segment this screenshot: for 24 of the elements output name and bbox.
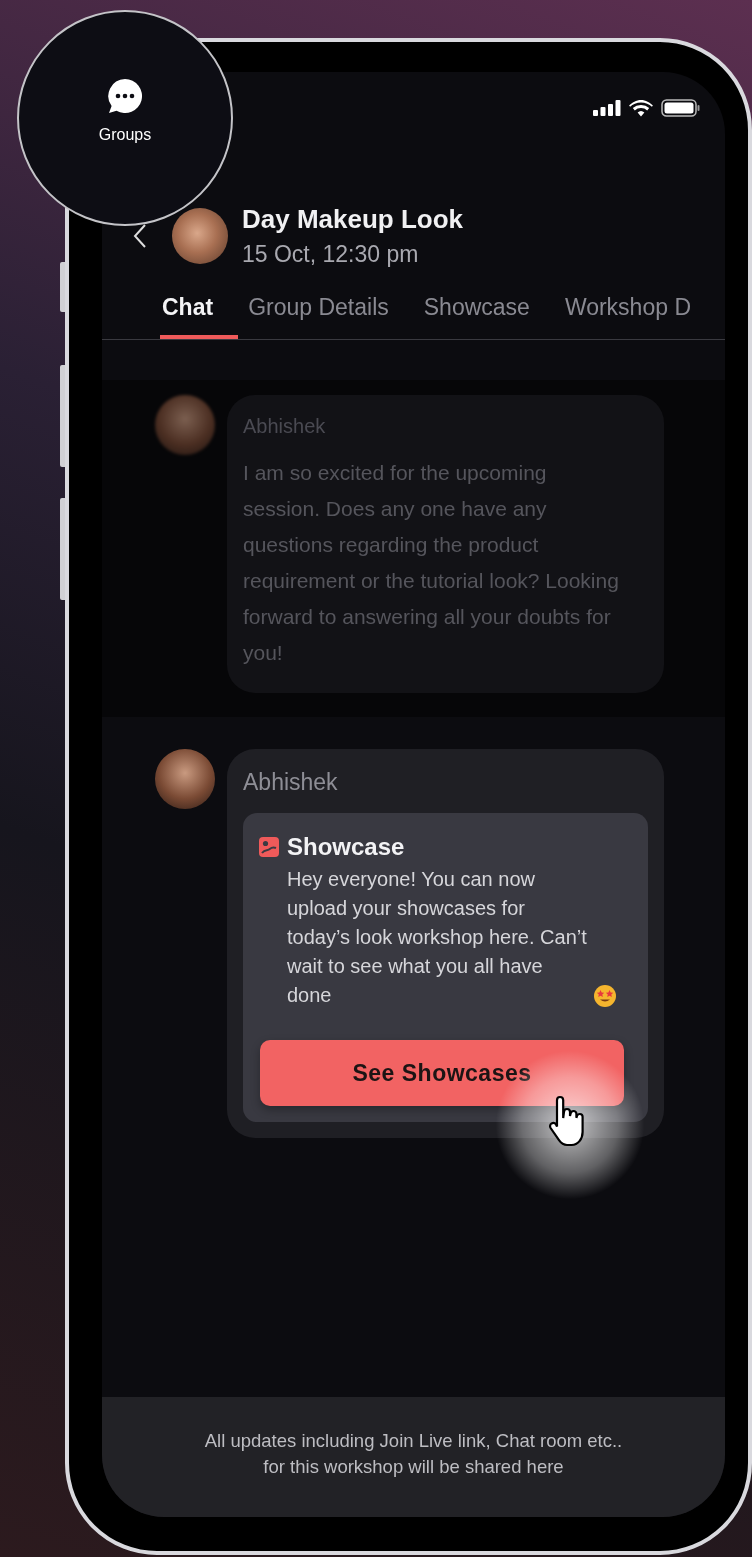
info-text: All updates including Join Live link, Chat room etc.. for this workshop will be shared here [204,1429,623,1479]
see-showcases-button[interactable]: See Showcases [260,1040,624,1106]
session-time: 15 Oct, 12:30 pm [242,241,420,268]
group-avatar [172,208,228,264]
wifi-icon [629,99,653,117]
star-eyes-emoji-icon [593,984,617,1008]
card-title: Showcase [287,833,405,861]
group-title: Day Makeup Look [242,204,464,235]
tab[interactable]: Group Details [246,282,414,339]
card-text: Hey everyone! You can now upload your showcases for today’s look workshop here. Can’t wait to see what you all have done [287,867,587,1008]
sender-name: Abhishek [243,769,339,796]
tab[interactable]: Chat [160,282,239,339]
message-text: I am so excited for the upcoming session. Does any one have any questions regarding the product requirement or the tutorial look? Looking forward to answering all your doubts for you! [243,460,620,666]
sender-avatar [155,749,215,809]
tab[interactable]: Showcase [421,282,555,339]
battery-icon [661,99,701,117]
sender-name: Abhishek [243,415,327,438]
back-icon[interactable] [132,223,148,249]
groups-label: Groups [98,126,152,144]
tab[interactable]: Workshop D [562,282,716,339]
sender-avatar [155,395,215,455]
chat-bubble-icon[interactable] [107,78,143,114]
image-icon [259,837,279,857]
signal-icon [593,100,621,116]
